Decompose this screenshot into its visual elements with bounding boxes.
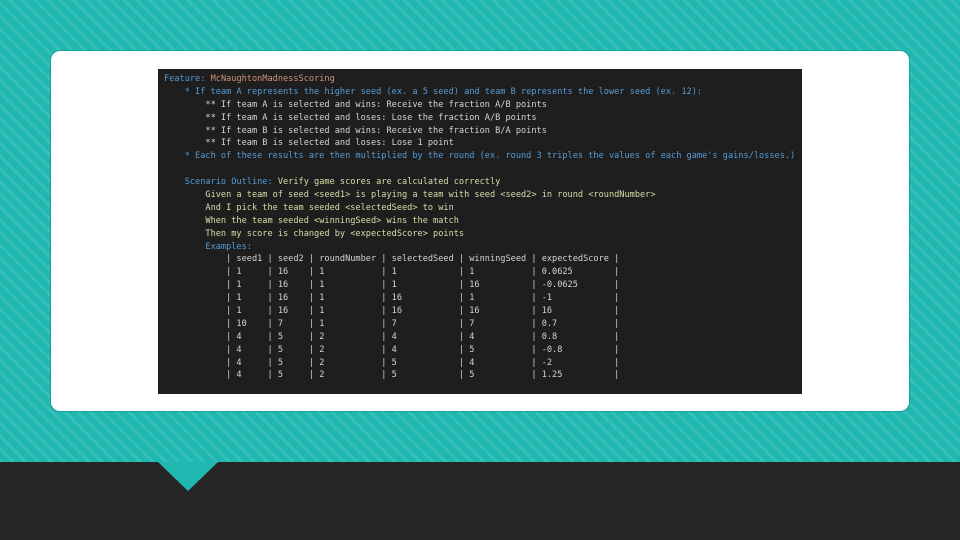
step-line: Then my score is changed by <expectedSco… bbox=[164, 228, 465, 239]
step-line: Given a team of seed <seed1> is playing … bbox=[164, 190, 656, 201]
table-row: | 4 | 5 | 2 | 4 | 4 | 0.8 | bbox=[164, 331, 620, 342]
code-editor[interactable]: Feature: McNaughtonMadnessScoring * If t… bbox=[158, 69, 802, 394]
rule-line: ** If team A is selected and loses: Lose… bbox=[164, 112, 537, 123]
feature-intro-line: * If team A represents the higher seed (… bbox=[164, 86, 703, 97]
bottom-band bbox=[0, 462, 960, 540]
table-row: | 1 | 16 | 1 | 1 | 1 | 0.0625 | bbox=[164, 267, 620, 278]
table-row: | 4 | 5 | 2 | 4 | 5 | -0.8 | bbox=[164, 344, 620, 355]
feature-keyword: Feature: bbox=[164, 74, 206, 84]
rule-line: ** If team A is selected and wins: Recei… bbox=[164, 99, 547, 110]
scenario-title: Verify game scores are calculated correc… bbox=[277, 177, 501, 188]
examples-label: Examples: bbox=[164, 241, 252, 252]
table-row: | 4 | 5 | 2 | 5 | 4 | -2 | bbox=[164, 357, 620, 368]
step-line: And I pick the team seeded <selectedSeed… bbox=[164, 202, 454, 213]
table-header-row: | seed1 | seed2 | roundNumber | selected… bbox=[164, 254, 620, 265]
scenario-keyword: Scenario Outline: bbox=[164, 177, 273, 188]
feature-name: McNaughtonMadnessScoring bbox=[210, 74, 335, 84]
step-line: When the team seeded <winningSeed> wins … bbox=[164, 215, 459, 226]
round-note-line: * Each of these results are then multipl… bbox=[164, 151, 796, 162]
rule-line: ** If team B is selected and wins: Recei… bbox=[164, 125, 547, 136]
table-row: | 10 | 7 | 1 | 7 | 7 | 0.7 | bbox=[164, 318, 620, 329]
table-row: | 1 | 16 | 1 | 16 | 16 | 16 | bbox=[164, 306, 620, 317]
scenario-line: Scenario Outline: Verify game scores are… bbox=[164, 176, 796, 189]
feature-line: Feature: McNaughtonMadnessScoring bbox=[164, 73, 796, 86]
table-row: | 1 | 16 | 1 | 16 | 1 | -1 | bbox=[164, 293, 620, 304]
callout-pointer bbox=[158, 462, 218, 491]
table-row: | 1 | 16 | 1 | 1 | 16 | -0.0625 | bbox=[164, 280, 620, 291]
table-row: | 4 | 5 | 2 | 5 | 5 | 1.25 | bbox=[164, 370, 620, 381]
rule-line: ** If team B is selected and loses: Lose… bbox=[164, 138, 454, 149]
